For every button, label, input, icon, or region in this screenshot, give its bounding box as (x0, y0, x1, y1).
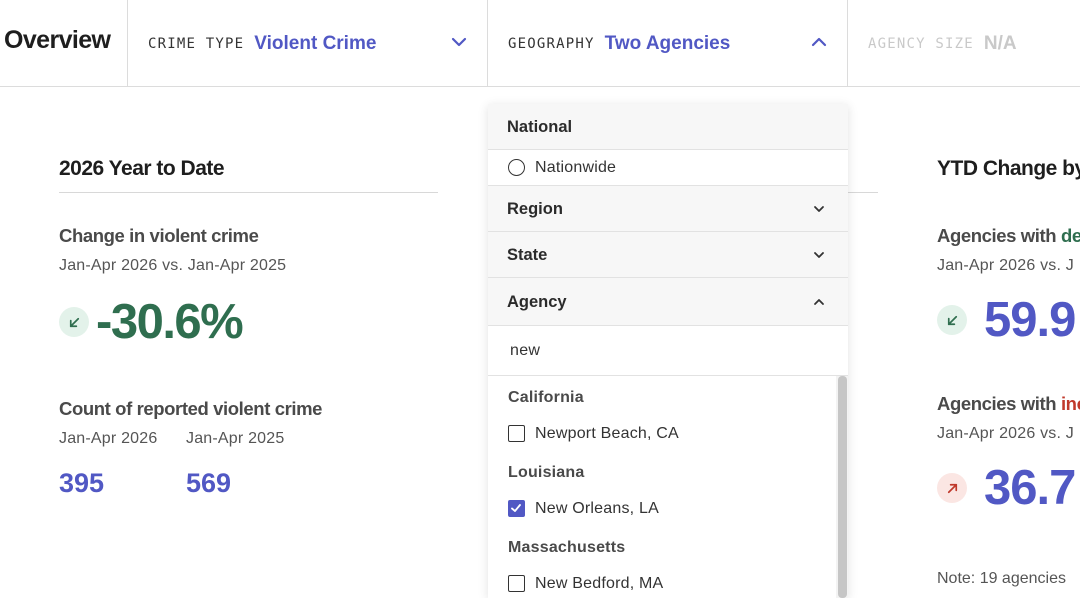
agency-option-newport-beach[interactable]: Newport Beach, CA (488, 419, 848, 449)
new-bedford-checkbox[interactable] (508, 575, 525, 592)
change-metric-subtitle: Jan-Apr 2026 vs. Jan-Apr 2025 (59, 257, 287, 274)
nationwide-radio[interactable] (508, 159, 525, 176)
group-label-california: California (508, 389, 584, 406)
increase-title-highlight: inc (1060, 393, 1080, 414)
geography-filter-label: GEOGRAPHY (508, 35, 595, 52)
filter-bar: Overview CRIME TYPE Violent Crime GEOGRA… (0, 0, 1080, 87)
scrollbar-thumb[interactable] (838, 376, 847, 598)
increase-metric-subtitle: Jan-Apr 2026 vs. J (937, 425, 1074, 442)
geography-filter-value: Two Agencies (604, 32, 731, 54)
state-header-label: State (507, 246, 548, 264)
increase-title-prefix: Agencies with (937, 393, 1061, 414)
chevron-down-icon[interactable] (812, 202, 826, 216)
agency-size-filter: AGENCY SIZE N/A (868, 0, 1080, 87)
agency-option-new-bedford[interactable]: New Bedford, MA (488, 569, 848, 598)
chevron-down-icon[interactable] (812, 248, 826, 262)
geography-filter[interactable]: GEOGRAPHY Two Agencies (508, 0, 847, 87)
nationwide-option[interactable]: Nationwide (488, 150, 848, 186)
agency-header[interactable]: Agency (488, 278, 848, 326)
decrease-metric-value: 59.9 (984, 293, 1076, 347)
chevron-up-icon[interactable] (812, 295, 826, 309)
decrease-metric-subtitle: Jan-Apr 2026 vs. J (937, 257, 1074, 274)
page-title: Overview (4, 26, 111, 54)
agency-header-label: Agency (507, 293, 567, 311)
newport-beach-checkbox[interactable] (508, 425, 525, 442)
region-header-label: Region (507, 200, 563, 218)
geography-dropdown: National Nationwide Region State Agency … (488, 104, 848, 598)
newport-beach-label: Newport Beach, CA (535, 425, 679, 442)
count-label-2025: Jan-Apr 2025 (186, 430, 285, 447)
agency-size-filter-value: N/A (983, 32, 1017, 54)
agencies-note: Note: 19 agencies (937, 570, 1066, 587)
arrow-up-right-icon (937, 473, 967, 503)
crime-type-filter-value: Violent Crime (254, 32, 377, 54)
count-value-2025: 569 (186, 468, 232, 498)
increase-metric-title: Agencies with inc (937, 393, 1080, 415)
crime-type-filter-label: CRIME TYPE (148, 35, 245, 52)
increase-metric-value: 36.7 (984, 461, 1076, 515)
decrease-title-prefix: Agencies with (937, 225, 1061, 246)
ytd-section-title: 2026 Year to Date (59, 157, 225, 180)
group-label-louisiana: Louisiana (508, 464, 585, 481)
count-metric-title: Count of reported violent crime (59, 398, 323, 419)
new-orleans-label: New Orleans, LA (535, 500, 659, 517)
change-metric-title: Change in violent crime (59, 225, 259, 246)
chevron-down-icon[interactable] (450, 33, 468, 51)
region-header[interactable]: Region (488, 186, 848, 232)
section-divider (59, 192, 438, 193)
chevron-up-icon[interactable] (810, 33, 828, 51)
nationwide-label: Nationwide (535, 159, 617, 176)
divider (847, 0, 848, 87)
state-header[interactable]: State (488, 232, 848, 278)
decrease-metric-title: Agencies with de (937, 225, 1080, 247)
new-orleans-checkbox[interactable] (508, 500, 525, 517)
agency-option-new-orleans[interactable]: New Orleans, LA (488, 494, 848, 524)
agency-search-input[interactable] (488, 326, 848, 376)
arrow-down-left-icon (937, 305, 967, 335)
checkmark-icon (511, 504, 521, 512)
agency-size-filter-label: AGENCY SIZE (868, 35, 974, 52)
national-header[interactable]: National (488, 104, 848, 150)
count-value-2026: 395 (59, 468, 105, 498)
new-bedford-label: New Bedford, MA (535, 575, 664, 592)
decrease-title-highlight: de (1060, 225, 1080, 246)
group-label-massachusetts: Massachusetts (508, 539, 626, 556)
change-metric-value: -30.6% (96, 295, 244, 349)
divider (127, 0, 128, 87)
national-header-label: National (507, 118, 573, 136)
ytd-change-section-title: YTD Change by (937, 157, 1080, 180)
arrow-down-left-icon (59, 307, 89, 337)
count-label-2026: Jan-Apr 2026 (59, 430, 158, 447)
crime-type-filter[interactable]: CRIME TYPE Violent Crime (148, 0, 487, 87)
divider (487, 0, 488, 87)
